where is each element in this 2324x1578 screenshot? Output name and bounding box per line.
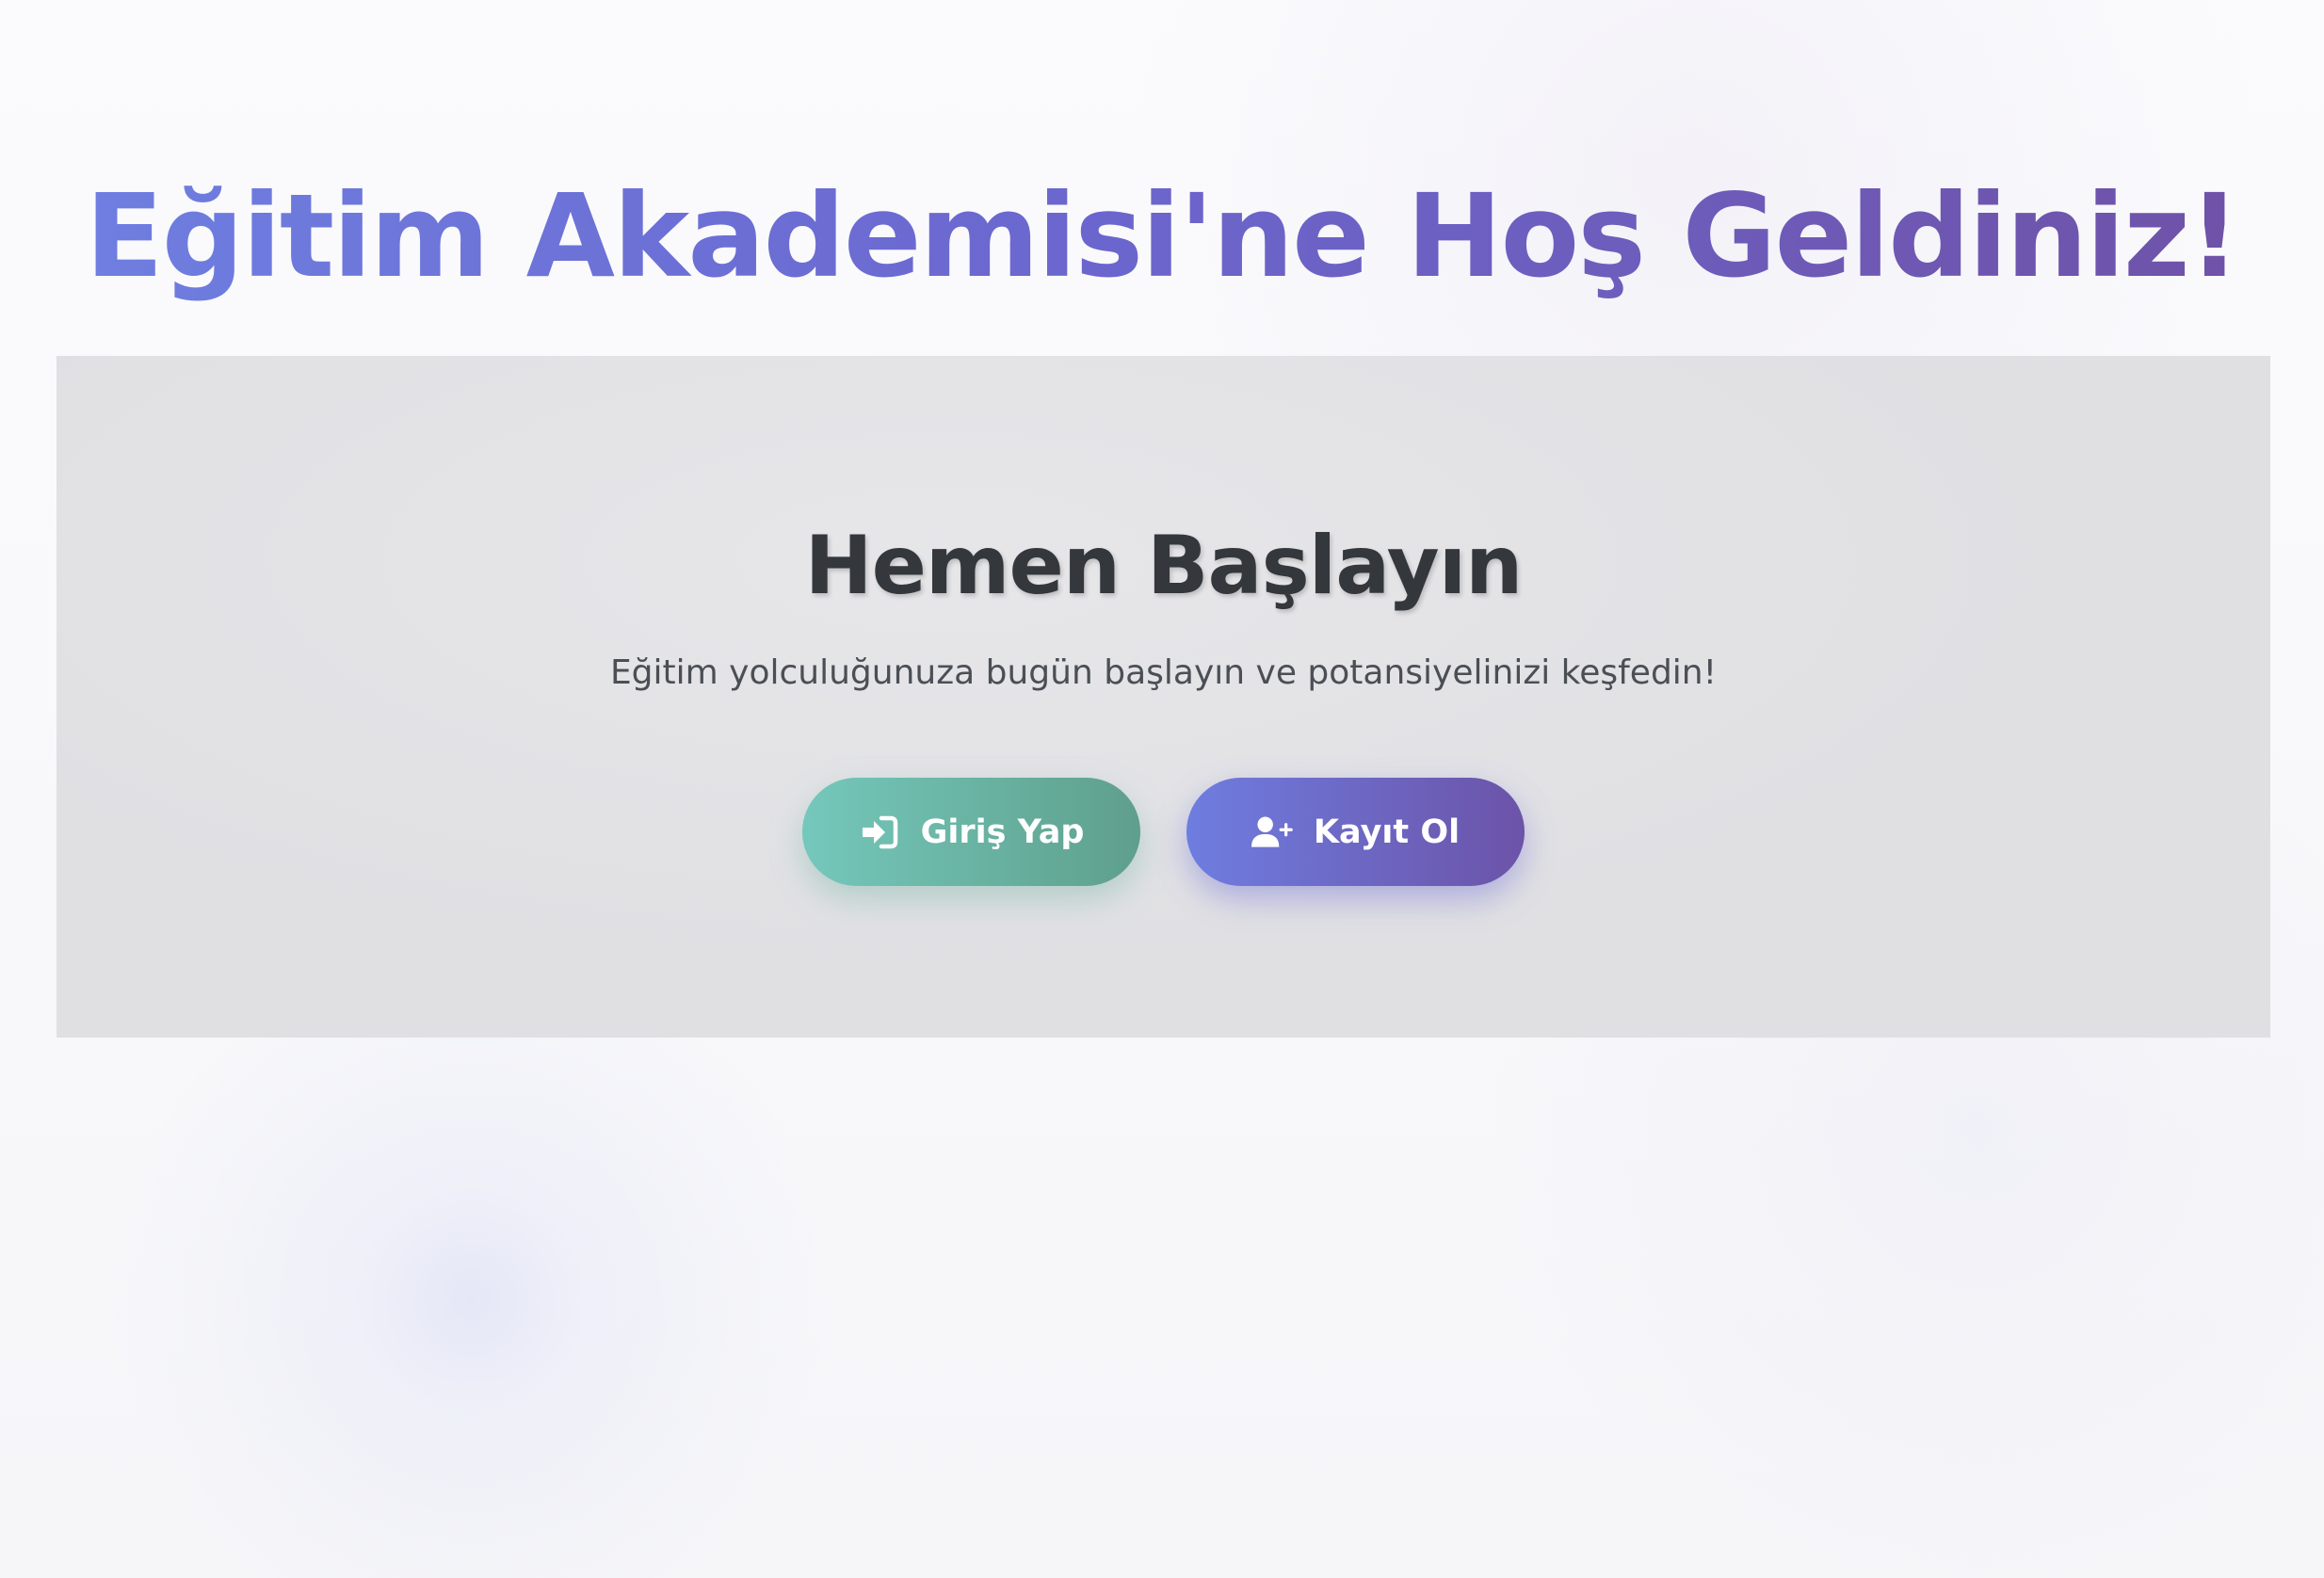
panel-title: Hemen Başlayın	[804, 519, 1524, 613]
page-title: Eğitim Akademisi'ne Hoş Geldiniz!	[0, 166, 2324, 307]
page-title-text: Eğitim Akademisi'ne Hoş Geldiniz!	[85, 169, 2240, 303]
login-button-label: Giriş Yap	[920, 813, 1085, 851]
register-button[interactable]: Kayıt Ol	[1186, 778, 1525, 886]
get-started-panel: Hemen Başlayın Eğitim yolculuğunuza bugü…	[56, 356, 2270, 1038]
user-plus-icon	[1251, 813, 1293, 851]
register-button-label: Kayıt Ol	[1313, 813, 1461, 851]
sign-in-icon	[859, 813, 900, 851]
login-button[interactable]: Giriş Yap	[802, 778, 1140, 886]
panel-subtitle: Eğitim yolculuğunuza bugün başlayın ve p…	[609, 653, 1718, 692]
